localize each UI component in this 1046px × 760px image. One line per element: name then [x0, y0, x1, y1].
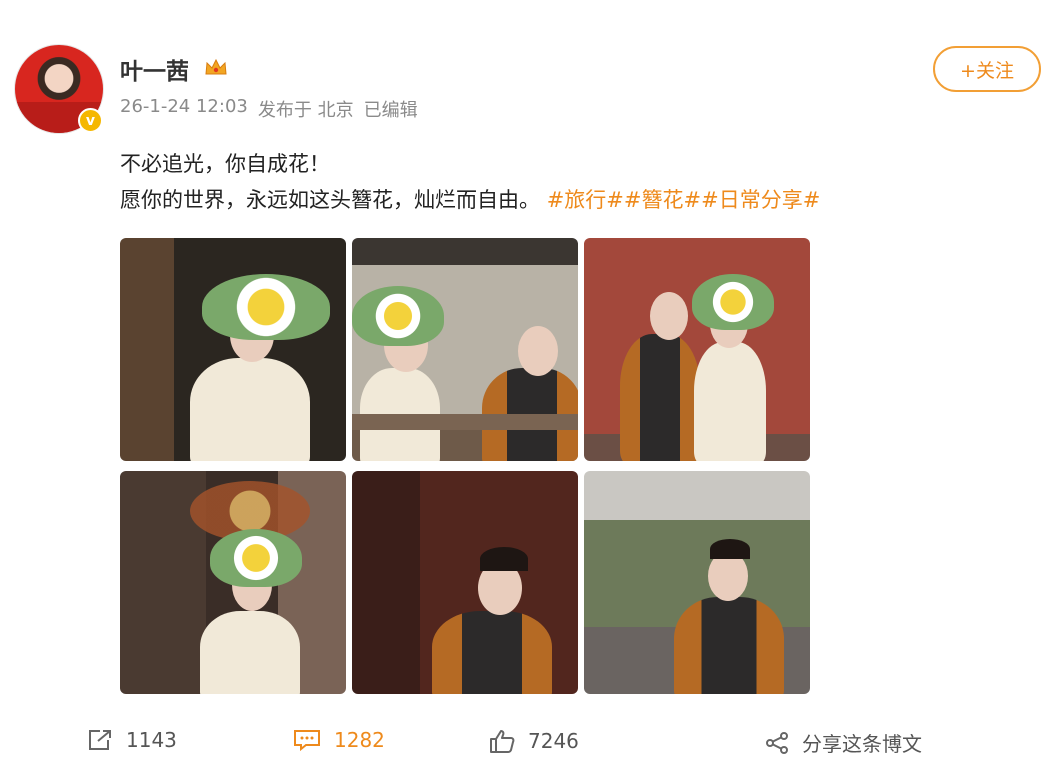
post-location: 发布于 北京 [257, 100, 354, 121]
photo-6[interactable] [584, 471, 810, 694]
repost-icon [89, 730, 111, 750]
verified-v-icon: v [78, 108, 103, 133]
photo-4[interactable] [120, 471, 346, 694]
photo-1[interactable] [120, 238, 346, 461]
photo-grid [120, 238, 810, 694]
post-meta: 26-1-24 12:03 发布于 北京 已编辑 [120, 96, 418, 122]
post-line-2-text: 愿你的世界，永远如这头簪花，灿烂而自由。 [120, 188, 540, 212]
post-line-2: 愿你的世界，永远如这头簪花，灿烂而自由。 #旅行##簪花##日常分享# [120, 182, 820, 218]
hashtag-daily-share[interactable]: #日常分享# [701, 188, 820, 212]
like-button[interactable]: 7246 [488, 728, 579, 754]
photo-5[interactable] [352, 471, 578, 694]
photo-2[interactable] [352, 238, 578, 461]
follow-button[interactable]: +关注 [933, 46, 1041, 92]
hashtag-travel[interactable]: #旅行# [547, 188, 624, 212]
repost-count: 1143 [126, 728, 177, 752]
share-icon [766, 731, 788, 754]
comment-count: 1282 [334, 728, 385, 752]
edited-label[interactable]: 已编辑 [364, 96, 418, 122]
post-text: 不必追光，你自成花！ 愿你的世界，永远如这头簪花，灿烂而自由。 #旅行##簪花#… [120, 146, 820, 218]
post-line-1: 不必追光，你自成花！ [120, 152, 330, 176]
repost-button[interactable]: 1143 [86, 728, 177, 752]
share-button[interactable]: 分享这条博文 [764, 728, 922, 757]
crown-icon [205, 58, 227, 75]
comment-button[interactable]: 1282 [292, 728, 385, 752]
like-count: 7246 [528, 729, 579, 753]
username[interactable]: 叶一茜 [120, 52, 189, 86]
comment-icon [294, 730, 320, 752]
action-bar: 1143 1282 7246 分享这条博文 [0, 720, 1046, 760]
share-label: 分享这条博文 [802, 732, 922, 756]
post-time[interactable]: 26-1-24 12:03 [120, 96, 248, 122]
thumbs-up-icon [490, 730, 515, 753]
hashtag-hairpin-flower[interactable]: #簪花# [624, 188, 701, 212]
photo-3[interactable] [584, 238, 810, 461]
